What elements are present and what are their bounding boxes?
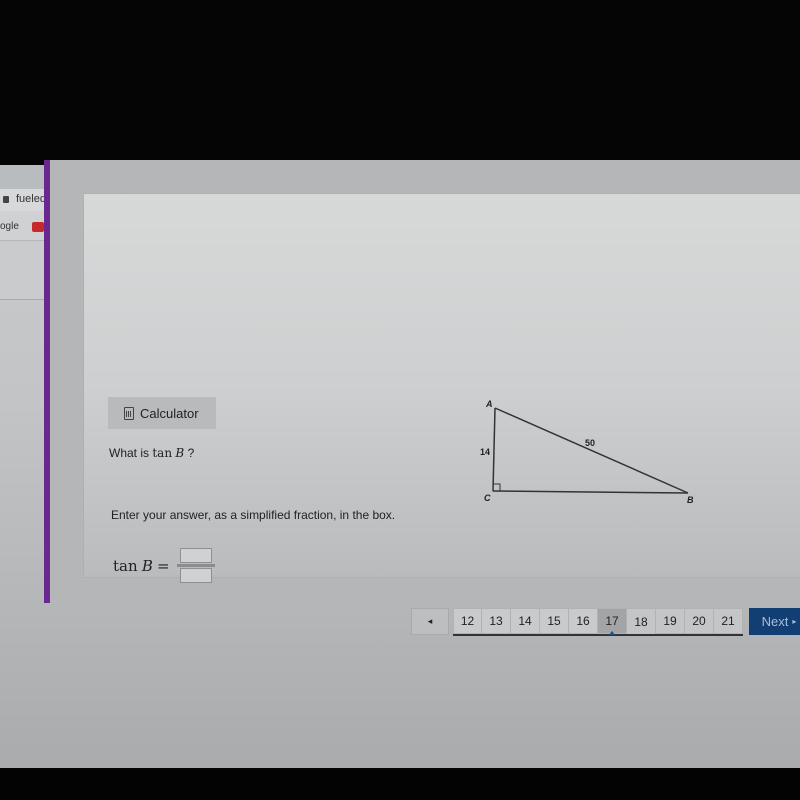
page-item[interactable]: 19 (656, 608, 685, 634)
calculator-label: Calculator (140, 405, 199, 421)
calculator-icon (124, 406, 134, 420)
triangle-diagram: A C B 14 50 (480, 399, 694, 505)
side-ab (494, 407, 689, 494)
answer-row: tan B = (113, 548, 215, 583)
fraction-bar (176, 564, 215, 567)
side-cb (492, 490, 689, 494)
vertex-c-label: C (484, 493, 491, 503)
page-item[interactable]: 14 (511, 608, 540, 634)
side-ac (492, 407, 496, 492)
monitor-bezel-top (0, 0, 800, 165)
page-item[interactable]: 15 (540, 608, 569, 634)
next-label: Next (761, 614, 789, 629)
page-item[interactable]: 12 (453, 608, 482, 634)
page-item[interactable]: 21 (714, 608, 743, 634)
monitor-bezel-bottom (0, 768, 800, 800)
accent-bar (44, 160, 50, 603)
prompt-func: tan (152, 446, 173, 460)
side-ab-length: 50 (585, 438, 595, 448)
vertex-a-label: A (485, 399, 493, 409)
question-prompt: What is tan B ? (109, 446, 194, 460)
calculator-button[interactable]: Calculator (108, 397, 216, 429)
page-list: 12 13 14 15 16 17 18 19 20 21 (453, 608, 743, 636)
question-pager: ◂ 12 13 14 15 16 17 18 19 20 21 Next ▸ (411, 608, 800, 636)
answer-func: tan (113, 556, 138, 575)
answer-var: B (141, 556, 153, 575)
page-item[interactable]: 16 (569, 608, 598, 634)
page-item[interactable]: 18 (627, 608, 656, 634)
answer-label: tan B = (113, 557, 170, 575)
page-item-current[interactable]: 17 (598, 608, 627, 635)
fraction-input (176, 548, 215, 583)
side-ac-length: 14 (480, 447, 490, 457)
vertex-b-label: B (687, 495, 694, 505)
prompt-var: B (175, 446, 185, 460)
numerator-input[interactable] (179, 548, 212, 563)
right-angle-marker (492, 483, 501, 492)
previous-page-button[interactable]: ◂ (411, 608, 449, 635)
bookmark-google[interactable]: ogle (0, 221, 19, 232)
denominator-input[interactable] (179, 568, 212, 583)
bookmark-label: ogle (0, 221, 19, 232)
page-item[interactable]: 13 (482, 608, 511, 634)
page-item[interactable]: 20 (685, 608, 714, 634)
caret-left-icon: ◂ (427, 616, 433, 626)
prompt-prefix: What is (109, 446, 153, 460)
answer-eq: = (157, 556, 170, 575)
youtube-icon (32, 221, 44, 232)
caret-right-icon: ▸ (792, 617, 797, 626)
prompt-suffix: ? (187, 446, 195, 460)
lock-icon (3, 196, 9, 203)
instructions: Enter your answer, as a simplified fract… (111, 508, 396, 522)
next-button[interactable]: Next ▸ (749, 608, 800, 635)
